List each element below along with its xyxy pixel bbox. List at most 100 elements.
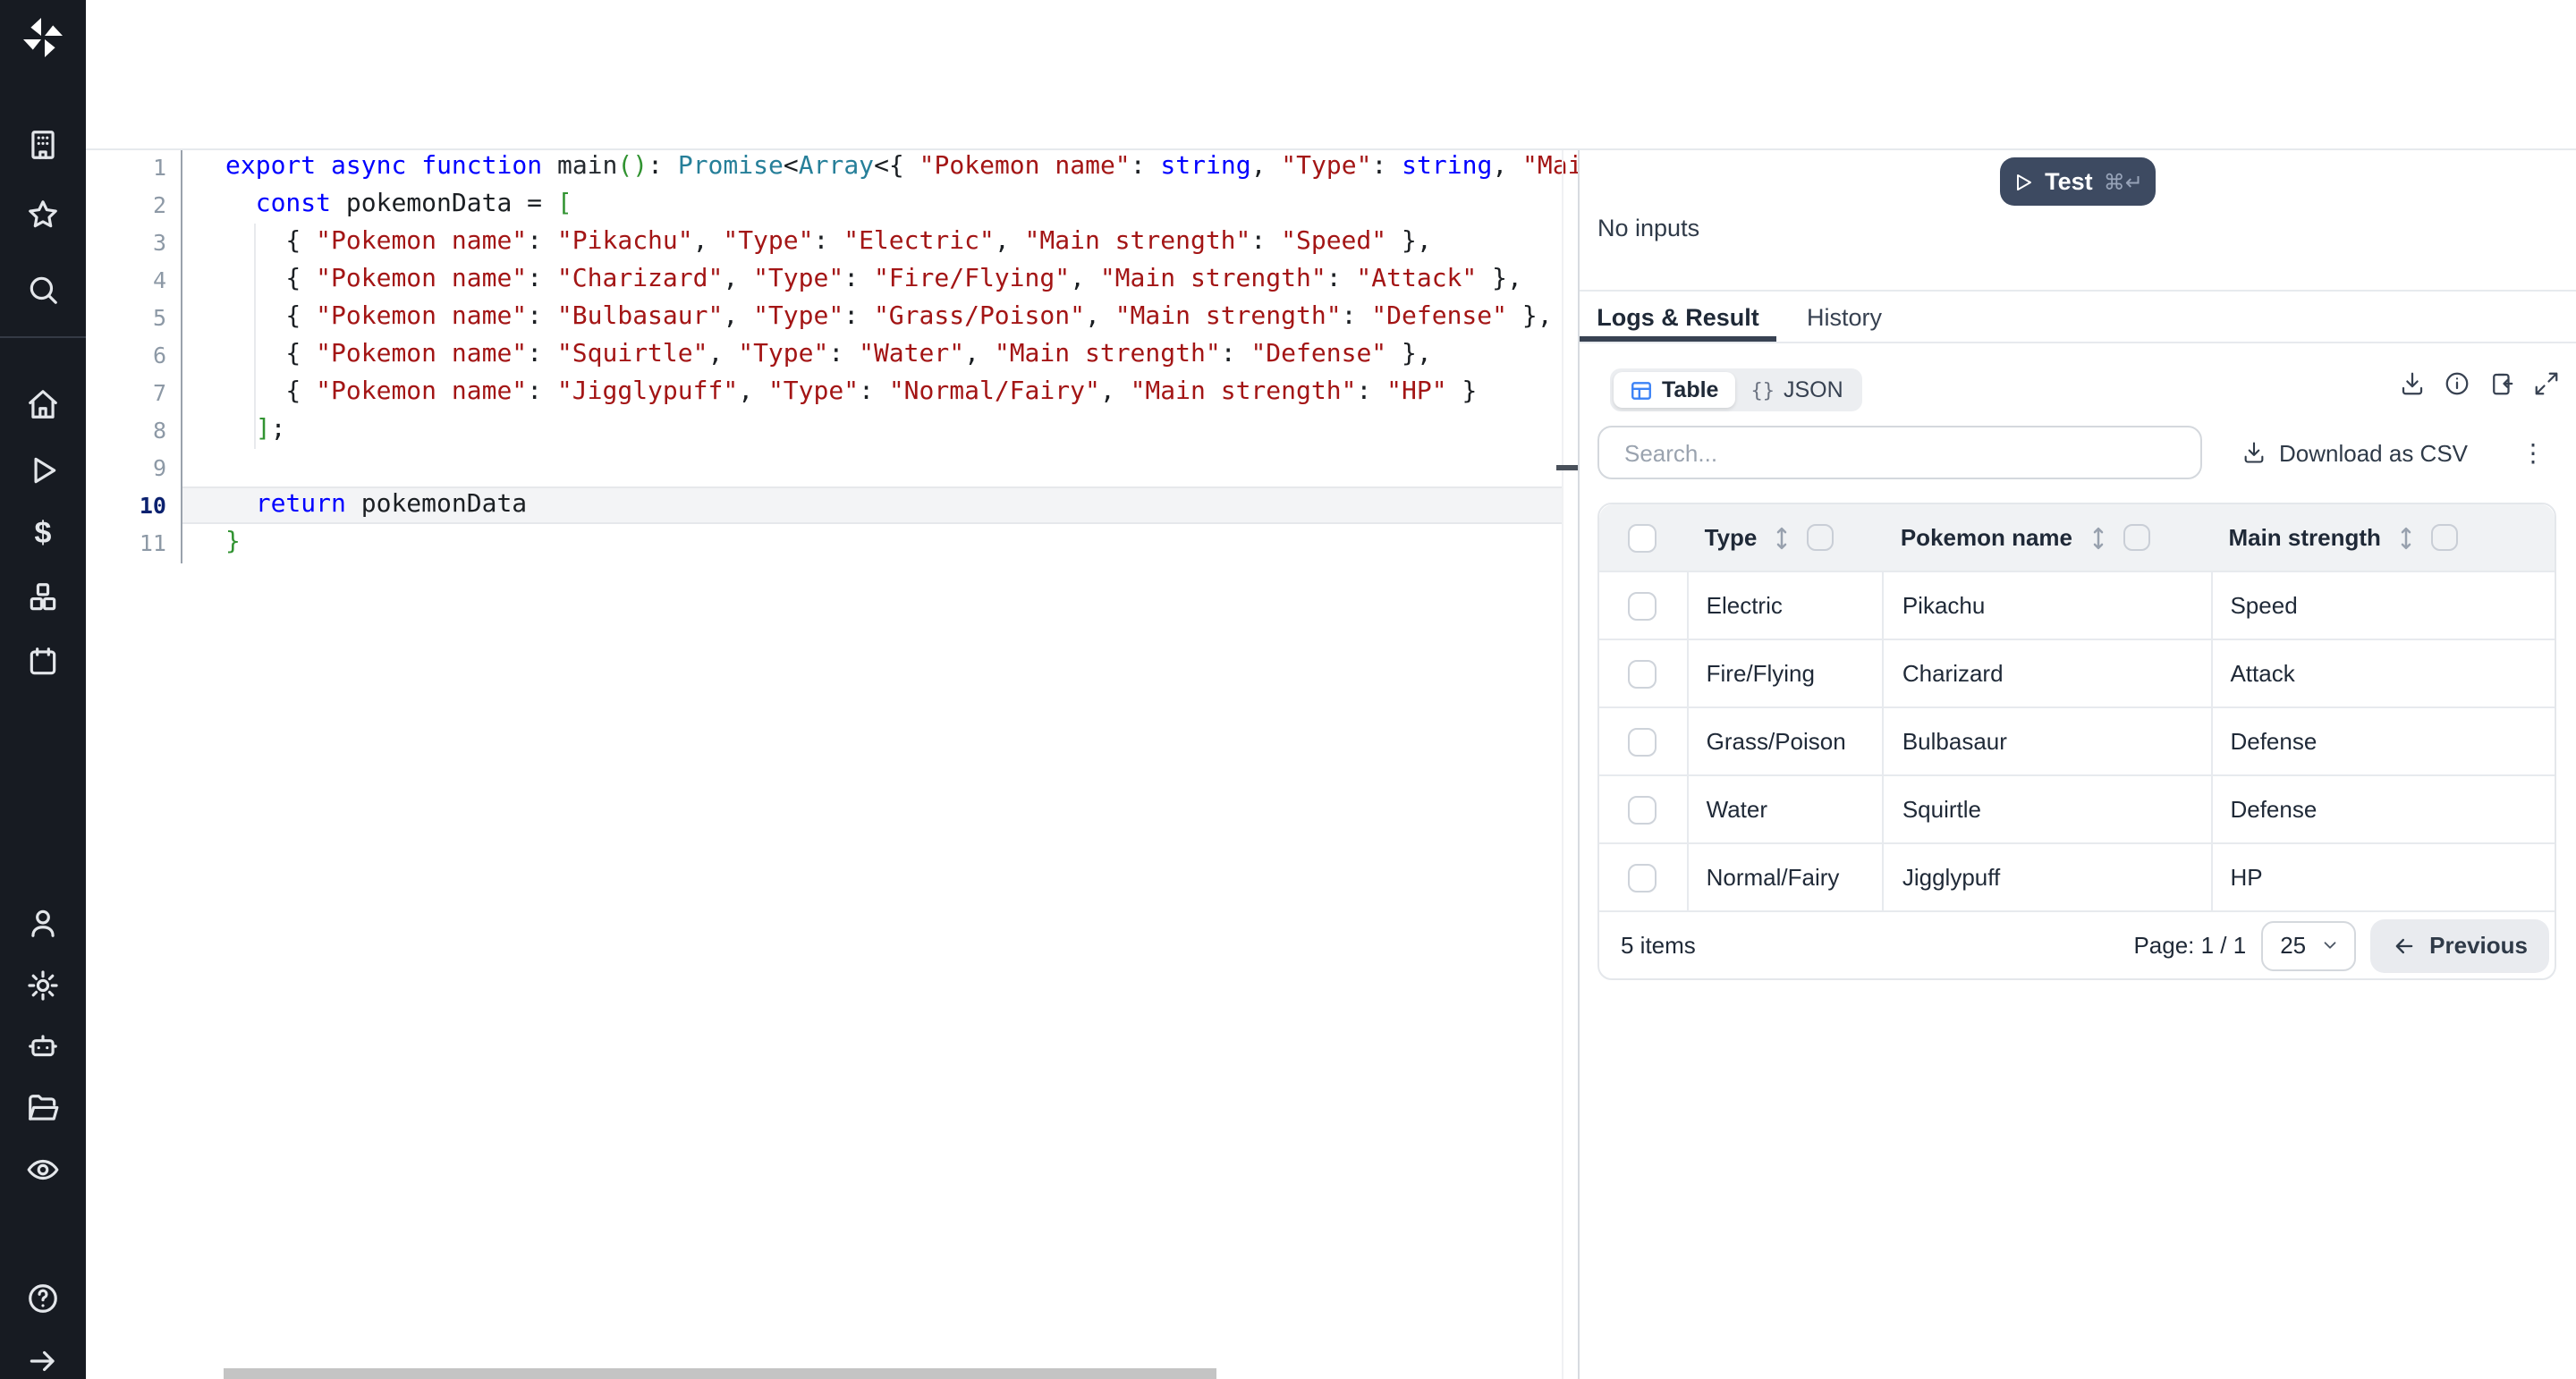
settings-gear-icon[interactable] bbox=[26, 969, 60, 1003]
row-checkbox[interactable] bbox=[1629, 795, 1657, 824]
favorites-star-icon[interactable] bbox=[26, 198, 60, 232]
windmill-script-editor: $ TS Untitled bbox=[0, 0, 2576, 1379]
line-number: 6 bbox=[86, 336, 166, 374]
table-cell: Squirtle bbox=[1883, 776, 2211, 842]
table-cell: Bulbasaur bbox=[1883, 708, 2211, 774]
clipboard-copy-icon[interactable] bbox=[2488, 370, 2515, 397]
horizontal-scrollbar[interactable] bbox=[224, 1368, 1216, 1379]
chevron-down-icon bbox=[2320, 935, 2340, 955]
column-filter-toggle[interactable] bbox=[1807, 524, 1834, 551]
sort-arrows-icon[interactable] bbox=[2089, 525, 2106, 550]
code-line[interactable]: { "Pokemon name": "Bulbasaur", "Type": "… bbox=[186, 299, 1578, 336]
table-row[interactable]: WaterSquirtleDefense bbox=[1599, 774, 2555, 842]
column-label: Main strength bbox=[2228, 524, 2380, 551]
code-content[interactable]: export async function main(): Promise<Ar… bbox=[186, 148, 1578, 562]
code-line[interactable]: const pokemonData = [ bbox=[186, 186, 1578, 224]
braces-icon: {} bbox=[1750, 378, 1775, 402]
table-cell: Water bbox=[1687, 776, 1883, 842]
expand-sidebar-arrow-icon[interactable] bbox=[26, 1344, 60, 1378]
row-checkbox[interactable] bbox=[1629, 591, 1657, 620]
workspace-building-icon[interactable] bbox=[26, 128, 60, 162]
help-icon[interactable] bbox=[26, 1282, 60, 1316]
result-tabs: Logs & Result History bbox=[1580, 292, 2576, 343]
arrow-left-icon bbox=[2392, 933, 2417, 958]
line-number: 8 bbox=[86, 411, 166, 449]
select-all-checkbox[interactable] bbox=[1629, 523, 1657, 552]
table-row[interactable]: Grass/PoisonBulbasaurDefense bbox=[1599, 706, 2555, 774]
table-cell: Jigglypuff bbox=[1883, 844, 2211, 910]
view-toggle-table[interactable]: Table bbox=[1614, 372, 1734, 408]
row-checkbox[interactable] bbox=[1629, 727, 1657, 756]
code-line[interactable]: ]; bbox=[186, 411, 1578, 449]
line-number-gutter: 1234567891011 bbox=[86, 148, 166, 562]
table-header: Type Pokemon name Main strength bbox=[1599, 504, 2555, 571]
test-button[interactable]: Test ⌘↵ bbox=[2000, 157, 2156, 206]
resources-boxes-icon[interactable] bbox=[26, 580, 60, 614]
code-line[interactable]: { "Pokemon name": "Pikachu", "Type": "El… bbox=[186, 224, 1578, 261]
code-line[interactable]: return pokemonData bbox=[186, 486, 1578, 524]
table-cell: Defense bbox=[2210, 776, 2555, 842]
info-icon[interactable] bbox=[2444, 370, 2470, 397]
code-line[interactable]: } bbox=[186, 524, 1578, 562]
code-line[interactable]: { "Pokemon name": "Squirtle", "Type": "W… bbox=[186, 336, 1578, 374]
table-cell: Pikachu bbox=[1883, 572, 2211, 639]
search-input[interactable] bbox=[1621, 437, 2165, 468]
column-header: Type bbox=[1687, 524, 1883, 551]
kebab-menu[interactable]: ⋮ bbox=[2519, 431, 2547, 474]
code-editor[interactable]: 1234567891011 export async function main… bbox=[86, 148, 1578, 1379]
script-toolbar bbox=[86, 75, 2576, 150]
row-select-cell bbox=[1599, 640, 1687, 706]
table-cell: Speed bbox=[2210, 572, 2555, 639]
column-filter-toggle[interactable] bbox=[2123, 524, 2149, 551]
audit-eye-icon[interactable] bbox=[26, 1153, 60, 1187]
runs-play-icon[interactable] bbox=[26, 453, 60, 487]
folders-icon[interactable] bbox=[26, 1092, 60, 1126]
search-icon[interactable] bbox=[26, 273, 60, 307]
previous-page-button[interactable]: Previous bbox=[2370, 918, 2549, 972]
items-count: 5 items bbox=[1621, 932, 1696, 959]
column-header: Pokemon name bbox=[1883, 524, 2211, 551]
windmill-logo-icon[interactable] bbox=[21, 16, 64, 59]
schedules-calendar-icon[interactable] bbox=[26, 645, 60, 679]
line-number: 3 bbox=[86, 224, 166, 261]
tab-history[interactable]: History bbox=[1776, 292, 1912, 342]
row-select-cell bbox=[1599, 776, 1687, 842]
table-row[interactable]: Fire/FlyingCharizardAttack bbox=[1599, 639, 2555, 706]
code-line[interactable]: export async function main(): Promise<Ar… bbox=[186, 148, 1578, 186]
download-icon[interactable] bbox=[2399, 370, 2426, 397]
tab-logs-result[interactable]: Logs & Result bbox=[1580, 292, 1776, 342]
column-label: Pokemon name bbox=[1901, 524, 2072, 551]
table-cell: Electric bbox=[1687, 572, 1883, 639]
row-select-cell bbox=[1599, 708, 1687, 774]
row-checkbox[interactable] bbox=[1629, 863, 1657, 892]
view-toggle-json[interactable]: {} JSON bbox=[1734, 372, 1859, 408]
maximize-icon[interactable] bbox=[2533, 370, 2560, 397]
sort-arrows-icon[interactable] bbox=[2397, 525, 2415, 550]
variables-dollar-icon[interactable]: $ bbox=[26, 516, 60, 550]
result-actions bbox=[2399, 370, 2560, 397]
code-line[interactable]: { "Pokemon name": "Jigglypuff", "Type": … bbox=[186, 374, 1578, 411]
table-cell: Normal/Fairy bbox=[1687, 844, 1883, 910]
users-icon[interactable] bbox=[26, 906, 60, 940]
table-body: ElectricPikachuSpeedFire/FlyingCharizard… bbox=[1599, 571, 2555, 910]
workers-robot-icon[interactable] bbox=[26, 1029, 60, 1063]
sidebar-divider bbox=[0, 336, 86, 338]
editor-margin-guide bbox=[181, 148, 182, 563]
table-cell: Defense bbox=[2210, 708, 2555, 774]
active-tab-underline bbox=[1580, 336, 1776, 342]
column-header: Main strength bbox=[2210, 524, 2555, 551]
sort-arrows-icon[interactable] bbox=[1773, 525, 1791, 550]
code-line[interactable]: { "Pokemon name": "Charizard", "Type": "… bbox=[186, 261, 1578, 299]
play-icon bbox=[2012, 171, 2034, 192]
code-line[interactable] bbox=[186, 449, 1578, 486]
row-select-cell bbox=[1599, 572, 1687, 639]
table-row[interactable]: Normal/FairyJigglypuffHP bbox=[1599, 842, 2555, 910]
row-checkbox[interactable] bbox=[1629, 659, 1657, 688]
table-cell: Grass/Poison bbox=[1687, 708, 1883, 774]
column-filter-toggle[interactable] bbox=[2431, 524, 2458, 551]
table-row[interactable]: ElectricPikachuSpeed bbox=[1599, 571, 2555, 639]
home-icon[interactable] bbox=[26, 387, 60, 421]
page-size-select[interactable]: 25 bbox=[2260, 920, 2356, 970]
download-csv-button[interactable]: Download as CSV bbox=[2241, 431, 2468, 474]
result-search[interactable] bbox=[1597, 426, 2202, 479]
